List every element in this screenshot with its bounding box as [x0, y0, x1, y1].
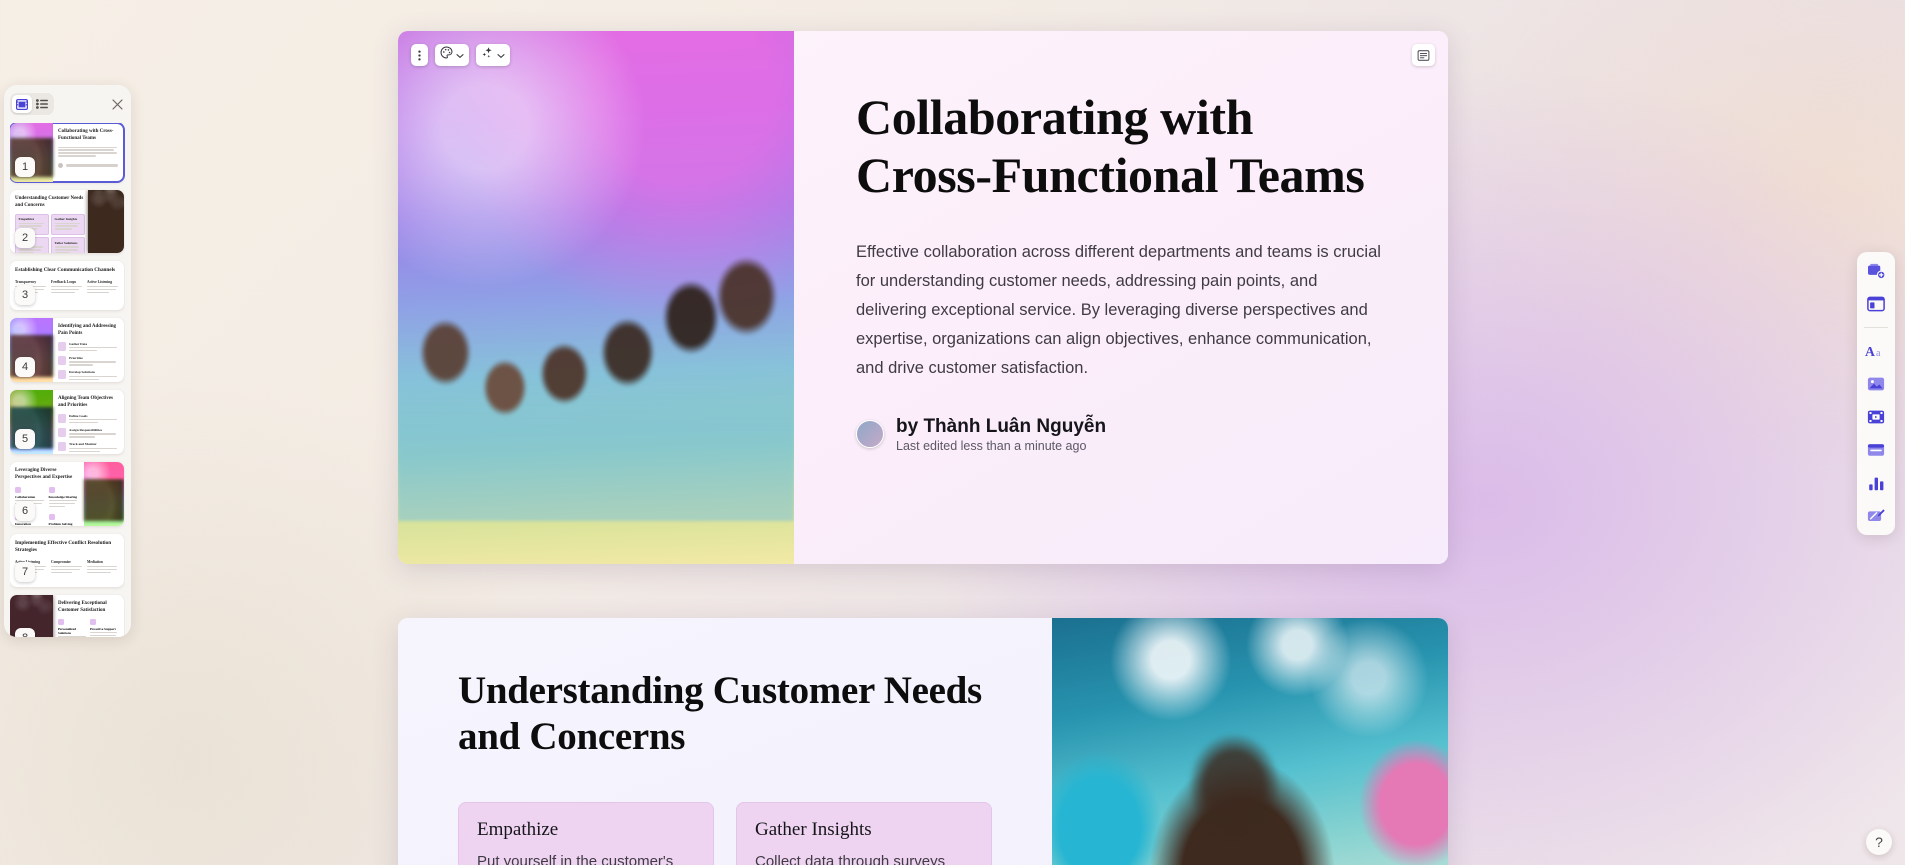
- svg-text:a: a: [1876, 348, 1881, 359]
- slide-canvas: Collaborating with Cross-Functional Team…: [0, 0, 1905, 865]
- slide-2-card-row: Empathize Put yourself in the customer's…: [458, 802, 1004, 865]
- last-edited-text: Last edited less than a minute ago: [896, 438, 1087, 453]
- theme-button[interactable]: [435, 44, 469, 66]
- image-icon[interactable]: [1864, 374, 1888, 394]
- thumbnail-number: 4: [15, 357, 35, 377]
- slide-2-content[interactable]: Understanding Customer Needs and Concern…: [398, 618, 1052, 865]
- add-card-icon[interactable]: [1864, 261, 1888, 281]
- speaker-notes-icon[interactable]: [1412, 44, 1435, 66]
- thumbnail-number: 6: [15, 501, 35, 521]
- thumbnail-number: 1: [15, 157, 35, 177]
- draw-icon[interactable]: [1864, 506, 1888, 526]
- slide-card-2[interactable]: Understanding Customer Needs and Concern…: [398, 618, 1448, 865]
- chevron-down-icon: [497, 46, 505, 64]
- thumbnail-number: 8: [15, 628, 35, 637]
- card-body: Collect data through surveys: [755, 853, 946, 865]
- page-title[interactable]: Collaborating with Cross-Functional Team…: [856, 89, 1386, 205]
- slide-1-author-block[interactable]: by Thành Luân Nguyễn Last edited less th…: [856, 416, 1386, 453]
- sparkles-icon: [481, 46, 494, 64]
- chevron-down-icon: [456, 46, 464, 64]
- ai-button[interactable]: [476, 44, 510, 66]
- card-title: Empathize: [477, 819, 559, 841]
- author-avatar: [856, 420, 884, 449]
- slide-1-content[interactable]: Collaborating with Cross-Functional Team…: [794, 31, 1448, 564]
- slide-2-card-empathize[interactable]: Empathize Put yourself in the customer's: [458, 802, 714, 865]
- embed-icon[interactable]: [1864, 440, 1888, 460]
- slide-2-image[interactable]: [1052, 618, 1448, 865]
- thumbnail-number: 7: [15, 562, 35, 582]
- slide-1-image[interactable]: [398, 31, 794, 564]
- slide-1-body-text[interactable]: Effective collaboration across different…: [856, 238, 1381, 384]
- slide-2-card-gather-insights[interactable]: Gather Insights Collect data through sur…: [736, 802, 992, 865]
- slide-toolbar[interactable]: [411, 44, 510, 66]
- palette-icon: [440, 46, 453, 64]
- thumbnail-number: 2: [15, 228, 35, 248]
- thumbnail-number: 3: [15, 285, 35, 305]
- rail-divider: [1864, 327, 1888, 328]
- text-icon[interactable]: A a: [1864, 341, 1888, 361]
- svg-text:A: A: [1865, 344, 1875, 359]
- layout-icon[interactable]: [1864, 294, 1888, 314]
- video-icon[interactable]: [1864, 407, 1888, 427]
- author-name: by Thành Luân Nguyễn: [896, 415, 1107, 437]
- chart-icon[interactable]: [1864, 473, 1888, 493]
- slide-card-1[interactable]: Collaborating with Cross-Functional Team…: [398, 31, 1448, 564]
- thumbnail-number: 5: [15, 429, 35, 449]
- help-button[interactable]: ?: [1866, 829, 1892, 855]
- three-dots-vertical-icon[interactable]: [411, 44, 428, 66]
- card-title: Gather Insights: [755, 819, 872, 841]
- insert-tool-rail: A a: [1857, 252, 1895, 535]
- slide-2-title[interactable]: Understanding Customer Needs and Concern…: [458, 668, 1004, 760]
- card-body: Put yourself in the customer's: [477, 853, 674, 865]
